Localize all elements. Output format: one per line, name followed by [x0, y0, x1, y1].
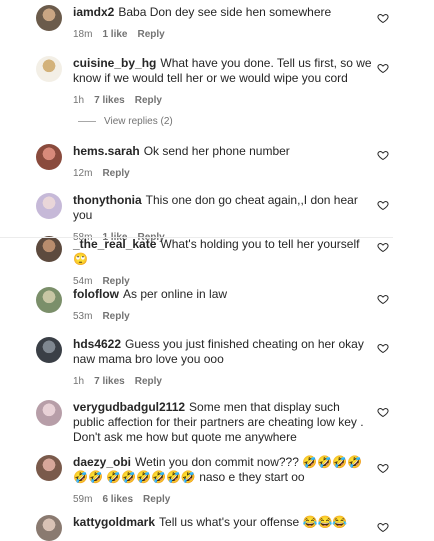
- comment-username[interactable]: thonythonia: [73, 193, 142, 207]
- comment-time: 1h: [73, 376, 85, 387]
- comment-likes[interactable]: 7 likes: [94, 376, 125, 387]
- comment-time: 12m: [73, 168, 93, 179]
- avatar[interactable]: [36, 287, 62, 313]
- comment-text: hems.sarah Ok send her phone number: [73, 144, 373, 159]
- comment-meta: 53m Reply: [73, 311, 373, 323]
- avatar[interactable]: [36, 56, 62, 82]
- comment-text: cuisine_by_hg What have you done. Tell us…: [73, 56, 373, 86]
- avatar[interactable]: [36, 400, 62, 426]
- reply-button[interactable]: Reply: [102, 168, 129, 179]
- avatar[interactable]: [36, 144, 62, 170]
- comment-time: 18m: [73, 29, 93, 40]
- comment-body: As per online in law: [122, 287, 228, 301]
- like-heart-icon[interactable]: [377, 462, 389, 474]
- reply-button[interactable]: Reply: [102, 276, 129, 287]
- view-replies-label: View replies (2): [104, 116, 173, 127]
- comment-username[interactable]: cuisine_by_hg: [73, 56, 156, 70]
- comment-username[interactable]: kattygoldmark: [73, 515, 155, 529]
- comment-body: Ok send her phone number: [143, 144, 290, 158]
- comment-username[interactable]: hems.sarah: [73, 144, 140, 158]
- comment-body: Tell us what's your offense 😂😂😂: [159, 515, 348, 529]
- comment-time: 53m: [73, 311, 93, 322]
- comment-text: iamdx2 Baba Don dey see side hen somewher…: [73, 5, 373, 20]
- comment-likes[interactable]: 6 likes: [102, 494, 133, 505]
- divider: [0, 237, 393, 238]
- comment-username[interactable]: iamdx2: [73, 5, 114, 19]
- avatar[interactable]: [36, 515, 62, 541]
- comment-username[interactable]: _the_real_kate: [73, 237, 156, 251]
- comment-meta: 1h 7 likes Reply: [73, 376, 373, 388]
- like-heart-icon[interactable]: [377, 199, 389, 211]
- comment-username[interactable]: daezy_obi: [73, 455, 131, 469]
- comment-text: thonythonia This one don go cheat again,,…: [73, 193, 373, 223]
- comment-time: 54m: [73, 276, 93, 287]
- comment-meta: 12m Reply: [73, 168, 373, 180]
- comment-text: hds4622 Guess you just finished cheating …: [73, 337, 373, 367]
- like-heart-icon[interactable]: [377, 241, 389, 253]
- avatar[interactable]: [36, 337, 62, 363]
- comment-username[interactable]: foloflow: [73, 287, 119, 301]
- comment-meta: 18m 1 like Reply: [73, 29, 373, 41]
- comment-body: Baba Don dey see side hen somewhere: [118, 5, 332, 19]
- reply-button[interactable]: Reply: [143, 494, 170, 505]
- like-heart-icon[interactable]: [377, 293, 389, 305]
- comment-meta: 59m 6 likes Reply: [73, 494, 373, 506]
- like-heart-icon[interactable]: [377, 149, 389, 161]
- comment-text: _the_real_kate What's holding you to tell…: [73, 237, 373, 267]
- reply-button[interactable]: Reply: [135, 376, 162, 387]
- comment-likes[interactable]: 7 likes: [94, 95, 125, 106]
- comment-text: verygudbadgul2112 Some men that display s…: [73, 400, 373, 445]
- comment-text: foloflow As per online in law: [73, 287, 373, 302]
- replies-line: [78, 121, 96, 122]
- comment-text: daezy_obi Wetin you don commit now??? 🤣🤣🤣…: [73, 455, 373, 485]
- view-replies-button[interactable]: View replies (2): [78, 116, 173, 127]
- like-heart-icon[interactable]: [377, 342, 389, 354]
- comment-username[interactable]: verygudbadgul2112: [73, 400, 185, 414]
- avatar[interactable]: [36, 455, 62, 481]
- comment-username[interactable]: hds4622: [73, 337, 121, 351]
- comment-time: 59m: [73, 494, 93, 505]
- like-heart-icon[interactable]: [377, 62, 389, 74]
- like-heart-icon[interactable]: [377, 521, 389, 533]
- avatar[interactable]: [36, 5, 62, 31]
- reply-button[interactable]: Reply: [102, 311, 129, 322]
- avatar[interactable]: [36, 193, 62, 219]
- avatar[interactable]: [36, 236, 62, 262]
- comment-meta: 1h 7 likes Reply: [73, 95, 373, 107]
- reply-button[interactable]: Reply: [135, 95, 162, 106]
- comment-time: 1h: [73, 95, 85, 106]
- like-heart-icon[interactable]: [377, 12, 389, 24]
- reply-button[interactable]: Reply: [137, 29, 164, 40]
- like-heart-icon[interactable]: [377, 406, 389, 418]
- comment-likes[interactable]: 1 like: [102, 29, 127, 40]
- comment-text: kattygoldmark Tell us what's your offense…: [73, 515, 373, 530]
